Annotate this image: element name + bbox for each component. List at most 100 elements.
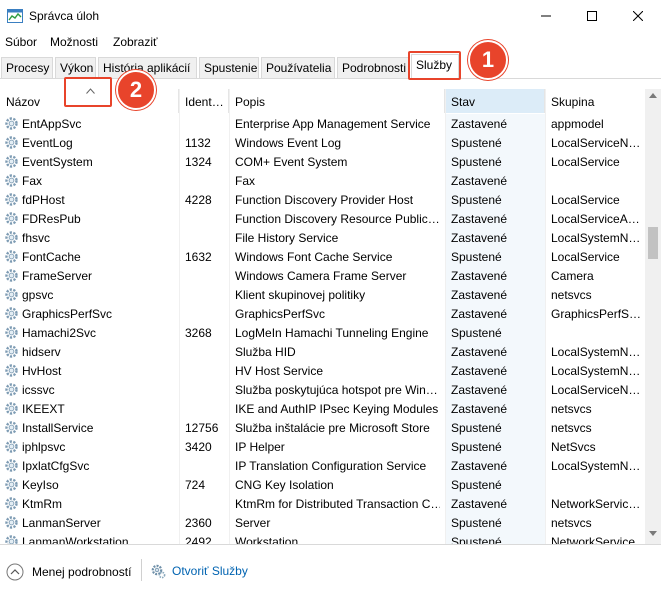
service-gear-icon bbox=[5, 193, 18, 206]
table-row[interactable]: EventSystem 1324 COM+ Event System Spustené… bbox=[0, 152, 645, 171]
vertical-scrollbar[interactable] bbox=[645, 89, 661, 544]
table-row[interactable]: KtmRm KtmRm for Distributed Transaction C… bbox=[0, 494, 645, 513]
column-description[interactable]: Popis bbox=[229, 89, 445, 113]
callout-highlight-sort-arrow bbox=[64, 77, 112, 107]
service-description: Enterprise App Management Service bbox=[235, 117, 431, 131]
service-pid: 724 bbox=[185, 478, 206, 492]
table-row[interactable]: FontCache 1632 Windows Font Cache Service S… bbox=[0, 247, 645, 266]
service-group: LocalServiceN… bbox=[551, 136, 641, 150]
service-group: appmodel bbox=[551, 117, 604, 131]
service-description: LogMeIn Hamachi Tunneling Engine bbox=[235, 326, 429, 340]
table-row[interactable]: IpxlatCfgSvc IP Translation Configuration… bbox=[0, 456, 645, 475]
table-row[interactable]: LanmanWorkstation 2492 Workstation Spustené… bbox=[0, 532, 645, 544]
table-row[interactable]: iphlpsvc 3420 IP Helper Spustené NetSvcs bbox=[0, 437, 645, 456]
service-description: Služba poskytujúca hotspot pre Win… bbox=[235, 383, 438, 397]
service-name-cell: fdPHost bbox=[4, 190, 179, 209]
maximize-button[interactable] bbox=[569, 0, 615, 32]
service-status: Spustené bbox=[451, 326, 502, 340]
services-list: EntAppSvc Enterprise App Management Servi… bbox=[0, 114, 645, 544]
service-status: Zastavené bbox=[451, 231, 508, 245]
service-pid bbox=[185, 342, 227, 361]
table-row[interactable]: Fax Fax Zastavené bbox=[0, 171, 645, 190]
service-pid: 4228 bbox=[185, 193, 212, 207]
table-row[interactable]: fhsvc File History Service Zastavené LocalS… bbox=[0, 228, 645, 247]
minimize-button[interactable] bbox=[523, 0, 569, 32]
service-group: Camera bbox=[551, 269, 594, 283]
tab-performance[interactable]: Výkon bbox=[55, 57, 96, 78]
service-name-cell: KtmRm bbox=[4, 494, 179, 513]
service-status: Spustené bbox=[451, 193, 502, 207]
service-pid bbox=[185, 209, 227, 228]
menu-bar: Súbor Možnosti Zobraziť bbox=[0, 32, 661, 53]
table-row[interactable]: Hamachi2Svc 3268 LogMeIn Hamachi Tunneling… bbox=[0, 323, 645, 342]
table-row[interactable]: InstallService 12756 Služba inštalácie pre… bbox=[0, 418, 645, 437]
table-row[interactable]: IKEEXT IKE and AuthIP IPsec Keying Module… bbox=[0, 399, 645, 418]
table-row[interactable]: fdPHost 4228 Function Discovery Provider H… bbox=[0, 190, 645, 209]
service-gear-icon bbox=[5, 212, 18, 225]
callout-highlight-services-tab bbox=[408, 51, 461, 80]
table-row[interactable]: FDResPub Function Discovery Resource Publ… bbox=[0, 209, 645, 228]
service-name: Hamachi2Svc bbox=[22, 326, 97, 340]
open-services-link[interactable]: Otvoriť Služby bbox=[150, 563, 248, 579]
service-pid bbox=[185, 456, 227, 475]
service-name-cell: iphlpsvc bbox=[4, 437, 179, 456]
service-name: EventLog bbox=[22, 136, 73, 150]
service-description: Služba HID bbox=[235, 345, 296, 359]
tab-processes[interactable]: Procesy bbox=[1, 57, 53, 78]
service-name: gpsvc bbox=[22, 288, 54, 302]
service-gear-icon bbox=[5, 269, 18, 282]
menu-view[interactable]: Zobraziť bbox=[113, 35, 158, 49]
service-group: netsvcs bbox=[551, 421, 592, 435]
service-name: InstallService bbox=[22, 421, 94, 435]
service-name: EventSystem bbox=[22, 155, 93, 169]
table-row[interactable]: KeyIso 724 CNG Key Isolation Spustené bbox=[0, 475, 645, 494]
service-status: Spustené bbox=[451, 136, 502, 150]
table-row[interactable]: HvHost HV Host Service Zastavené LocalSyste… bbox=[0, 361, 645, 380]
table-row[interactable]: EventLog 1132 Windows Event Log Spustené Loc… bbox=[0, 133, 645, 152]
service-pid bbox=[185, 228, 227, 247]
service-description: GraphicsPerfSvc bbox=[235, 307, 326, 321]
tab-bar: Procesy Výkon História aplikácií Spusten… bbox=[0, 53, 661, 79]
service-name-cell: fhsvc bbox=[4, 228, 179, 247]
service-pid bbox=[185, 399, 227, 418]
service-description: COM+ Event System bbox=[235, 155, 348, 169]
service-status: Zastavené bbox=[451, 364, 508, 378]
footer-bar: Menej podrobností Otvoriť Služby bbox=[0, 544, 661, 594]
table-row[interactable]: GraphicsPerfSvc GraphicsPerfSvc Zastavené G… bbox=[0, 304, 645, 323]
table-row[interactable]: hidserv Služba HID Zastavené LocalSystemN… bbox=[0, 342, 645, 361]
service-status: Zastavené bbox=[451, 459, 508, 473]
table-row[interactable]: EntAppSvc Enterprise App Management Servi… bbox=[0, 114, 645, 133]
service-group: LocalService bbox=[551, 155, 620, 169]
table-row[interactable]: gpsvc Klient skupinovej politiky Zastavené… bbox=[0, 285, 645, 304]
service-description: CNG Key Isolation bbox=[235, 478, 334, 492]
maximize-icon bbox=[587, 11, 597, 21]
column-status[interactable]: Stav bbox=[445, 89, 545, 113]
service-description: Windows Font Cache Service bbox=[235, 250, 393, 264]
table-row[interactable]: FrameServer Windows Camera Frame Server Za… bbox=[0, 266, 645, 285]
callout-badge-1: 1 bbox=[468, 40, 508, 80]
tab-users[interactable]: Používatelia bbox=[261, 57, 335, 78]
menu-file[interactable]: Súbor bbox=[5, 35, 37, 49]
service-group: LocalService bbox=[551, 250, 620, 264]
close-button[interactable] bbox=[615, 0, 661, 32]
service-status: Zastavené bbox=[451, 402, 508, 416]
service-gear-icon bbox=[5, 478, 18, 491]
scroll-thumb[interactable] bbox=[648, 227, 658, 259]
service-name: hidserv bbox=[22, 345, 61, 359]
column-pid[interactable]: Ident… bbox=[179, 89, 229, 113]
service-status: Zastavené bbox=[451, 212, 508, 226]
service-pid bbox=[185, 114, 227, 133]
table-row[interactable]: icssvc Služba poskytujúca hotspot pre Win… bbox=[0, 380, 645, 399]
service-gear-icon bbox=[5, 497, 18, 510]
less-details-button[interactable]: Menej podrobností bbox=[6, 563, 131, 581]
service-description: Function Discovery Resource Public… bbox=[235, 212, 440, 226]
service-status: Spustené bbox=[451, 535, 502, 544]
tab-details[interactable]: Podrobnosti bbox=[337, 57, 409, 78]
scroll-up-icon[interactable] bbox=[649, 93, 657, 98]
scroll-down-icon[interactable] bbox=[649, 531, 657, 536]
column-group[interactable]: Skupina bbox=[545, 89, 645, 113]
tab-startup[interactable]: Spustenie bbox=[199, 57, 259, 78]
table-row[interactable]: LanmanServer 2360 Server Spustené netsvcs bbox=[0, 513, 645, 532]
menu-options[interactable]: Možnosti bbox=[50, 35, 98, 49]
service-pid bbox=[185, 380, 227, 399]
